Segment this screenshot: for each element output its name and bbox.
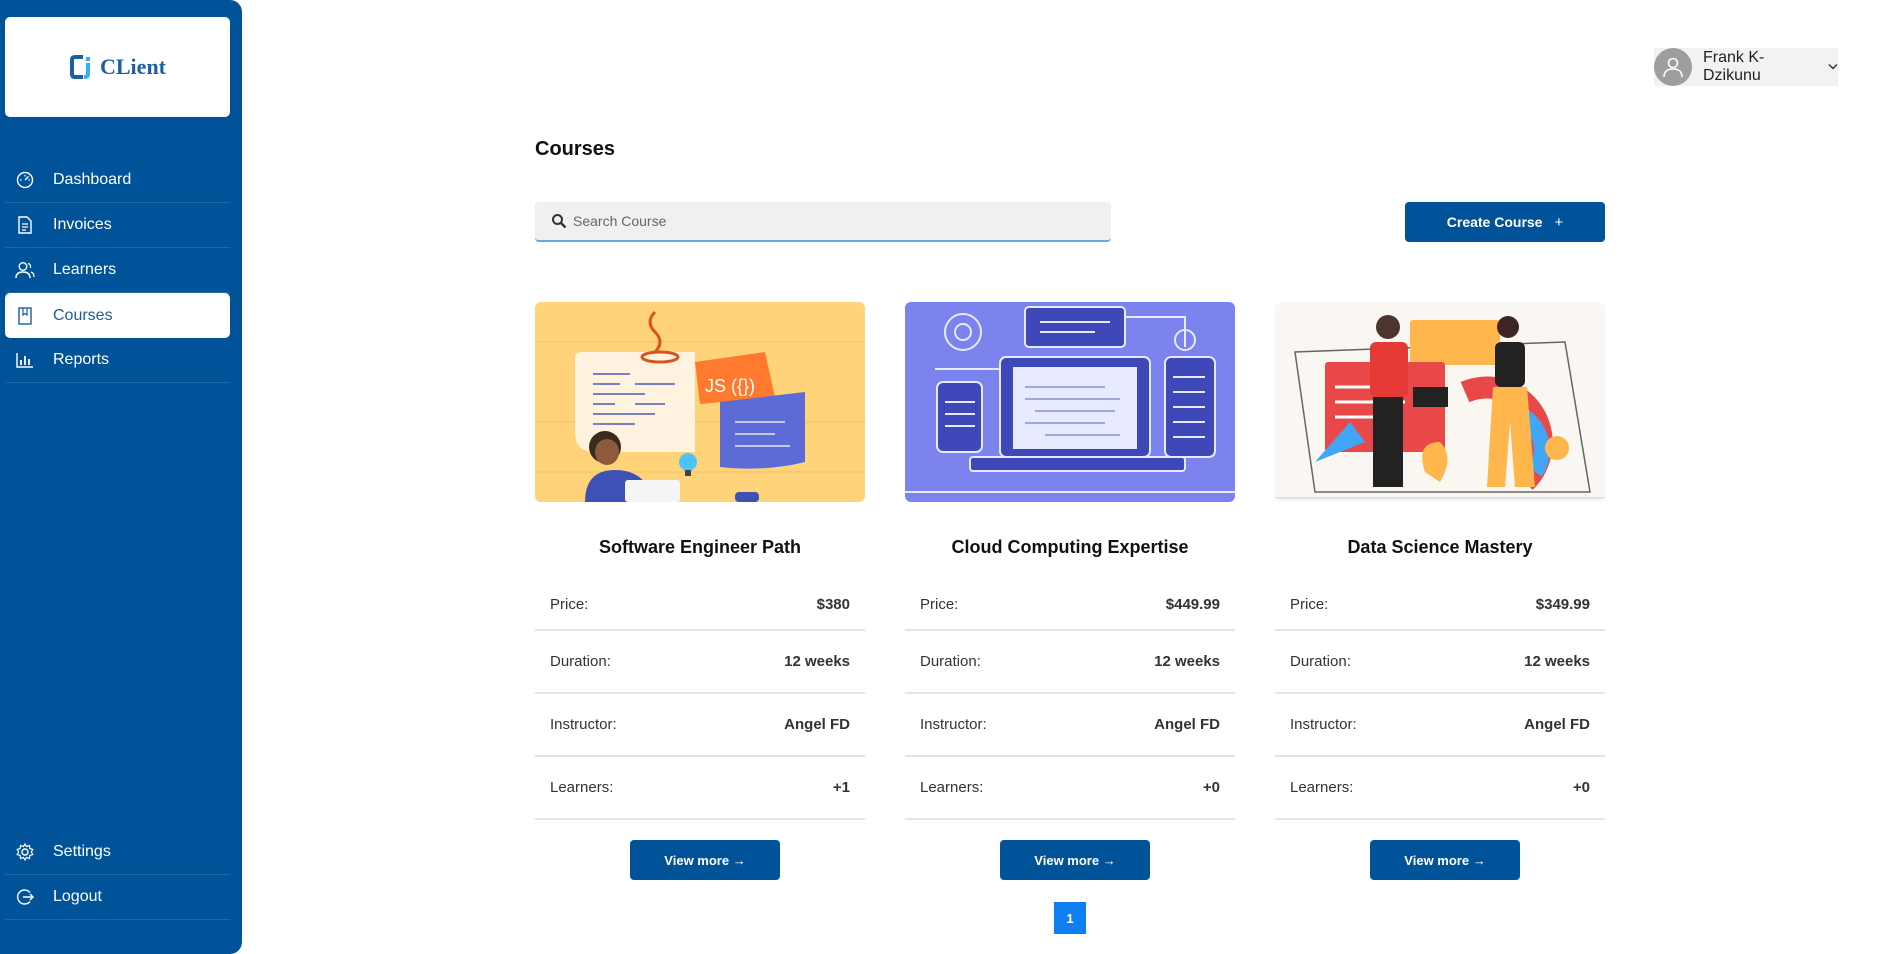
create-course-label: Create Course	[1446, 214, 1543, 230]
duration-value: 12 weeks	[1154, 653, 1220, 670]
sidebar-item-settings[interactable]: Settings	[5, 830, 230, 875]
price-row: Price: $449.99	[905, 579, 1235, 631]
course-card: Data Science Mastery Price: $349.99 Dura…	[1275, 302, 1605, 880]
users-icon	[15, 260, 35, 280]
view-more-button[interactable]: View more →	[630, 840, 780, 880]
book-icon	[15, 306, 35, 326]
learners-label: Learners:	[550, 779, 614, 796]
instructor-label: Instructor:	[1290, 716, 1357, 733]
pagination-page-1[interactable]: 1	[1054, 902, 1086, 934]
view-more-button[interactable]: View more →	[1370, 840, 1520, 880]
user-menu[interactable]: Frank K-Dzikunu	[1654, 48, 1838, 86]
sidebar-item-dashboard[interactable]: Dashboard	[5, 158, 230, 203]
learners-row: Learners: +1	[535, 757, 865, 820]
duration-label: Duration:	[920, 653, 981, 670]
view-more-button[interactable]: View more →	[1000, 840, 1150, 880]
search-input[interactable]	[573, 213, 1073, 229]
avatar	[1654, 48, 1692, 86]
duration-value: 12 weeks	[1524, 653, 1590, 670]
sidebar-item-label: Settings	[53, 843, 111, 860]
logo-mark-icon	[69, 53, 97, 81]
dashboard-gauge-icon	[15, 170, 35, 190]
course-title: Software Engineer Path	[598, 537, 802, 557]
sidebar-nav: Dashboard Invoices Learners Courses Repo…	[5, 158, 230, 383]
gear-icon	[15, 842, 35, 862]
price-value: $349.99	[1535, 595, 1590, 613]
user-icon	[1663, 57, 1683, 78]
sidebar-item-label: Logout	[53, 888, 102, 905]
search-box[interactable]	[535, 202, 1111, 242]
plus-icon: +	[1554, 213, 1564, 231]
instructor-row: Instructor: Angel FD	[535, 694, 865, 757]
duration-label: Duration:	[1290, 653, 1351, 670]
user-name: Frank K-Dzikunu	[1702, 49, 1765, 84]
course-details: Price: $380 Duration: 12 weeks Instructo…	[535, 579, 865, 820]
course-details: Price: $449.99 Duration: 12 weeks Instru…	[905, 579, 1235, 820]
duration-row: Duration: 12 weeks	[535, 631, 865, 694]
sidebar-item-logout[interactable]: Logout	[5, 875, 230, 920]
instructor-label: Instructor:	[550, 716, 617, 733]
course-card: JS ({}) Software Engineer Path Price: $3…	[535, 302, 865, 880]
sidebar-item-label: Dashboard	[53, 171, 132, 188]
bar-chart-icon	[15, 350, 35, 370]
learners-label: Learners:	[920, 779, 984, 796]
duration-value: 12 weeks	[784, 653, 850, 670]
learners-row: Learners: +0	[905, 757, 1235, 820]
sidebar-item-learners[interactable]: Learners	[5, 248, 230, 293]
sidebar-item-invoices[interactable]: Invoices	[5, 203, 230, 248]
sidebar-item-label: Reports	[53, 351, 110, 368]
price-value: $449.99	[1165, 595, 1220, 613]
sidebar-item-label: Courses	[53, 306, 113, 324]
instructor-value: Angel FD	[1154, 716, 1220, 733]
course-title: Cloud Computing Expertise	[951, 537, 1189, 557]
course-title: Data Science Mastery	[1347, 537, 1533, 557]
chevron-down-icon	[1828, 63, 1838, 71]
learners-value: +0	[1202, 779, 1220, 796]
js-text: JS ({})	[705, 376, 755, 396]
logout-icon	[15, 887, 35, 907]
price-label: Price:	[1290, 595, 1329, 613]
sidebar-item-label: Learners	[53, 261, 117, 278]
logo[interactable]: CLient	[5, 17, 230, 117]
course-details: Price: $349.99 Duration: 12 weeks Instru…	[1275, 579, 1605, 820]
duration-row: Duration: 12 weeks	[1275, 631, 1605, 694]
course-card: Cloud Computing Expertise Price: $449.99…	[905, 302, 1235, 880]
learners-label: Learners:	[1290, 779, 1354, 796]
cloud-computing-illustration	[905, 302, 1235, 502]
sidebar: CLient Dashboard Invoices Learners Cours…	[0, 0, 242, 954]
instructor-value: Angel FD	[1524, 716, 1590, 733]
price-label: Price:	[550, 595, 589, 613]
instructor-label: Instructor:	[920, 716, 987, 733]
search-icon	[551, 213, 567, 229]
learners-value: +0	[1572, 779, 1590, 796]
instructor-value: Angel FD	[784, 716, 850, 733]
logo-text: CLient	[100, 54, 166, 79]
price-row: Price: $380	[535, 579, 865, 631]
duration-row: Duration: 12 weeks	[905, 631, 1235, 694]
sidebar-bottom-nav: Settings Logout	[5, 830, 230, 920]
instructor-row: Instructor: Angel FD	[905, 694, 1235, 757]
data-science-illustration	[1275, 302, 1605, 502]
duration-label: Duration:	[550, 653, 611, 670]
create-course-button[interactable]: Create Course +	[1405, 202, 1605, 242]
sidebar-item-reports[interactable]: Reports	[5, 338, 230, 383]
sidebar-item-label: Invoices	[53, 216, 112, 233]
sidebar-item-courses[interactable]: Courses	[5, 293, 230, 338]
page-title: Courses	[535, 138, 616, 160]
price-row: Price: $349.99	[1275, 579, 1605, 631]
document-icon	[15, 215, 35, 235]
learners-row: Learners: +0	[1275, 757, 1605, 820]
instructor-row: Instructor: Angel FD	[1275, 694, 1605, 757]
learners-value: +1	[832, 779, 850, 796]
price-value: $380	[816, 595, 850, 613]
price-label: Price:	[920, 595, 959, 613]
software-engineer-illustration: JS ({})	[535, 302, 865, 502]
